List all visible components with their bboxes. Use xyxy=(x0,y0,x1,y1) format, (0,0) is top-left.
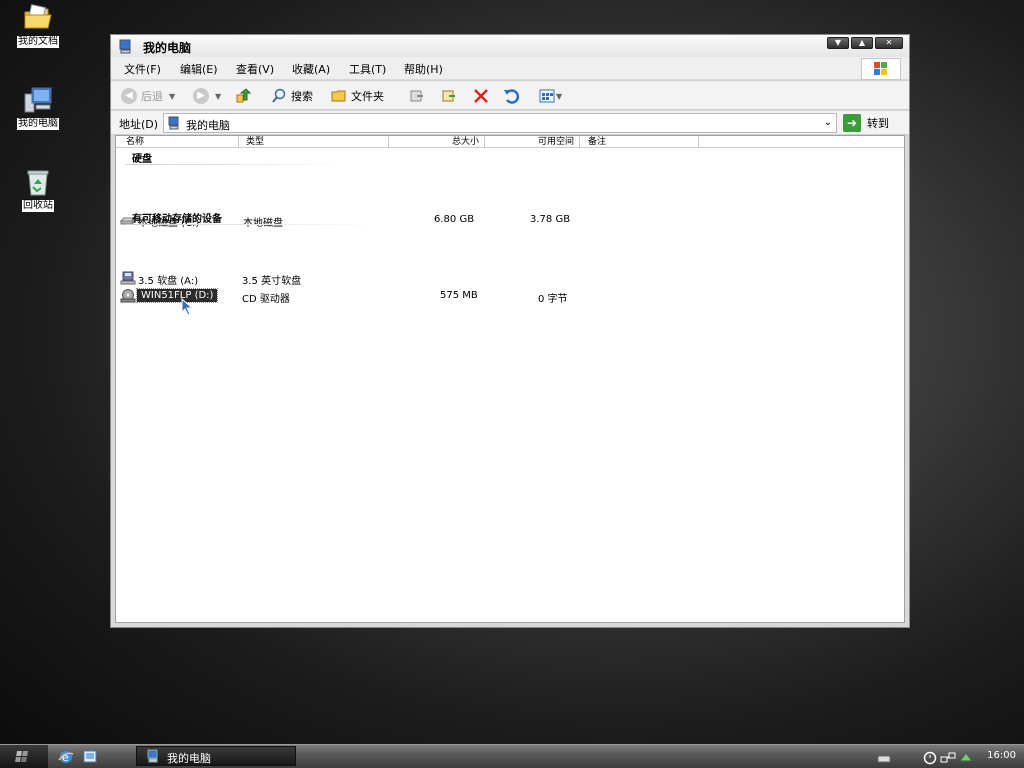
column-header: 名称 类型 总大小 可用空间 备注 xyxy=(116,136,904,148)
safely-remove-hardware-icon[interactable] xyxy=(958,749,974,765)
forward-arrow-icon: ▶ xyxy=(193,88,209,104)
folder-icon xyxy=(331,90,346,102)
taskbar-item-label: 我的电脑 xyxy=(167,752,211,765)
chevron-down-icon: ▼ xyxy=(215,91,222,101)
menu-bar: 文件(F) 编辑(E) 查看(V) 收藏(A) 工具(T) 帮助(H) xyxy=(111,57,909,79)
search-button[interactable]: 搜索 xyxy=(271,87,313,105)
cd-drive-icon xyxy=(120,288,136,304)
item-type: 本地磁盘 xyxy=(243,214,283,229)
column-name[interactable]: 名称 xyxy=(126,136,144,148)
menu-view[interactable]: 查看(V) xyxy=(236,61,274,77)
desktop-icon-label: 我的电脑 xyxy=(17,118,59,130)
desktop-icon-recycle-bin[interactable]: 回收站 xyxy=(6,166,70,212)
delete-button[interactable] xyxy=(473,87,489,105)
taskbar-item-my-computer[interactable]: 我的电脑 xyxy=(136,746,296,766)
toolbar: ◀ 后退 ▼ ▶ ▼ 搜索 文件夹 ▼ xyxy=(111,80,909,110)
taskbar: e 我的电脑 16:00 xyxy=(0,744,1024,768)
list-item[interactable]: 3.5 软盘 (A:) 3.5 英寸软盘 xyxy=(120,270,590,287)
back-arrow-icon: ◀ xyxy=(121,88,137,104)
internet-explorer-icon[interactable]: e xyxy=(58,749,74,765)
group-divider xyxy=(126,164,346,165)
group-header-hard-disks: 硬盘 xyxy=(132,154,152,165)
close-button[interactable]: ✕ xyxy=(875,37,903,49)
undo-icon xyxy=(504,89,520,104)
go-label: 转到 xyxy=(867,117,889,130)
menu-edit[interactable]: 编辑(E) xyxy=(180,61,218,77)
copy-to-button[interactable] xyxy=(441,87,457,105)
system-tray: 16:00 xyxy=(914,745,1024,768)
column-comments[interactable]: 备注 xyxy=(588,136,606,148)
item-total-size: 575 MB xyxy=(440,290,478,301)
file-list: 名称 类型 总大小 可用空间 备注 硬盘 本地磁盘 (C:) 本地磁盘 6.80… xyxy=(115,135,905,623)
item-type: CD 驱动器 xyxy=(242,294,290,305)
computer-icon xyxy=(147,749,159,763)
chevron-down-icon[interactable]: ⌄ xyxy=(824,117,832,128)
desktop-icon-label: 回收站 xyxy=(22,200,54,212)
folders-label: 文件夹 xyxy=(351,90,384,103)
address-bar: 地址(D) 我的电脑 ⌄ ➔ 转到 xyxy=(111,111,909,135)
menu-help[interactable]: 帮助(H) xyxy=(404,61,443,77)
chevron-down-icon: ▼ xyxy=(556,91,563,101)
column-total-size[interactable]: 总大小 xyxy=(452,136,479,148)
desktop-icon-my-computer[interactable]: 我的电脑 xyxy=(6,84,70,130)
computer-icon xyxy=(119,38,133,54)
address-input[interactable]: 我的电脑 ⌄ xyxy=(163,113,837,133)
recycle-bin-icon xyxy=(22,166,54,198)
folders-button[interactable]: 文件夹 xyxy=(331,87,384,105)
group-divider xyxy=(126,224,376,225)
delete-icon xyxy=(474,89,488,103)
window-title: 我的电脑 xyxy=(143,41,192,55)
minimize-button[interactable]: ▼ xyxy=(827,37,849,49)
undo-button[interactable] xyxy=(503,87,521,105)
up-folder-button[interactable] xyxy=(235,87,251,105)
mouse-cursor-icon xyxy=(181,297,195,316)
go-arrow-icon: ➔ xyxy=(843,114,861,132)
move-to-icon xyxy=(410,90,423,102)
address-value: 我的电脑 xyxy=(186,119,230,132)
item-free-space: 3.78 GB xyxy=(530,214,571,225)
title-bar[interactable]: 我的电脑 ▼ ▲ ✕ xyxy=(111,35,909,57)
search-label: 搜索 xyxy=(291,90,313,103)
network-connections-icon[interactable] xyxy=(940,749,956,765)
back-label: 后退 xyxy=(141,90,163,103)
address-label: 地址(D) xyxy=(119,118,159,131)
chevron-down-icon: ▼ xyxy=(169,91,176,101)
clock-settings-icon[interactable] xyxy=(922,749,938,765)
desktop-icon-my-documents[interactable]: 我的文档 xyxy=(6,2,70,48)
move-to-button[interactable] xyxy=(409,87,425,105)
column-type[interactable]: 类型 xyxy=(246,136,264,148)
desktop-icon-label: 我的文档 xyxy=(17,36,59,48)
floppy-drive-icon xyxy=(120,270,136,286)
column-free-space[interactable]: 可用空间 xyxy=(538,136,574,148)
windows-logo-icon xyxy=(15,751,29,762)
show-desktop-icon[interactable] xyxy=(82,749,98,765)
item-free-space: 0 字节 xyxy=(538,294,568,305)
views-icon xyxy=(539,89,555,103)
windows-logo-icon xyxy=(861,58,901,80)
explorer-window: 我的电脑 ▼ ▲ ✕ 文件(F) 编辑(E) 查看(V) 收藏(A) 工具(T)… xyxy=(110,34,910,628)
maximize-button[interactable]: ▲ xyxy=(851,37,873,49)
group-header-removable: 有可移动存储的设备 xyxy=(132,214,222,225)
computer-icon xyxy=(22,84,54,116)
up-folder-icon xyxy=(236,88,251,103)
item-name: WIN51FLP (D:) xyxy=(135,288,219,303)
go-button[interactable]: ➔ 转到 xyxy=(843,113,901,133)
item-total-size: 6.80 GB xyxy=(434,214,475,225)
computer-icon xyxy=(168,116,180,130)
start-button[interactable] xyxy=(0,745,48,768)
views-button[interactable]: ▼ xyxy=(539,87,562,105)
menu-favorites[interactable]: 收藏(A) xyxy=(292,61,330,77)
menu-tools[interactable]: 工具(T) xyxy=(349,61,386,77)
search-icon xyxy=(272,88,286,103)
item-type: 3.5 英寸软盘 xyxy=(242,276,302,287)
forward-button[interactable]: ▶ ▼ xyxy=(193,87,221,105)
back-button[interactable]: ◀ 后退 ▼ xyxy=(121,87,175,105)
clock: 16:00 xyxy=(987,750,1016,761)
menu-file[interactable]: 文件(F) xyxy=(124,61,161,77)
folder-documents-icon xyxy=(22,2,54,34)
copy-to-icon xyxy=(442,90,455,102)
item-name: 3.5 软盘 (A:) xyxy=(138,276,199,287)
network-tray-icon[interactable] xyxy=(876,749,892,765)
